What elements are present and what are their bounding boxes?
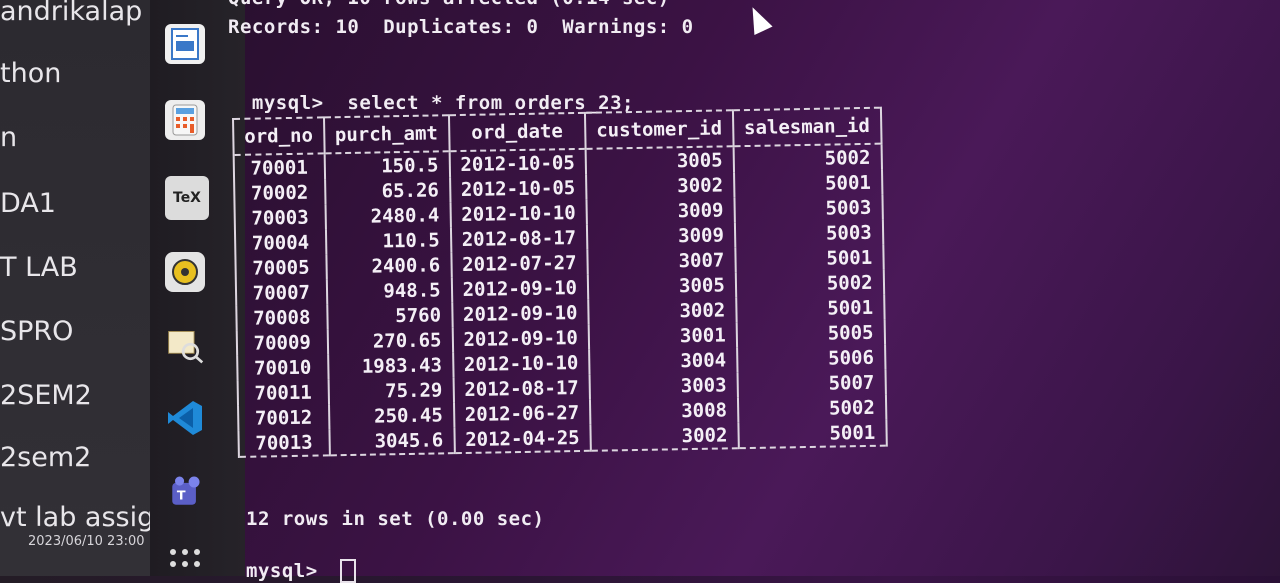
- table-cell-ord-no: 70008: [236, 304, 328, 331]
- calculator-icon[interactable]: [165, 100, 205, 140]
- table-cell-customer-id: 3005: [587, 272, 737, 300]
- table-cell-purch-amt: 2480.4: [325, 202, 451, 230]
- teams-icon[interactable]: T: [165, 472, 205, 512]
- table-cell-ord-date: 2012-10-05: [449, 174, 587, 203]
- column-header: ord_date: [448, 112, 586, 152]
- image-viewer-icon[interactable]: [165, 326, 205, 366]
- desktop-item-label[interactable]: n: [0, 122, 17, 153]
- table-cell-ord-no: 70001: [233, 153, 325, 181]
- column-header: purch_amt: [323, 115, 450, 154]
- table-cell-ord-no: 70007: [235, 279, 327, 306]
- sql-command: select * from orders_23;: [347, 92, 634, 114]
- last-prompt: mysql>: [246, 560, 318, 582]
- table-cell-ord-date: 2012-10-05: [449, 148, 587, 178]
- table-cell-salesman-id: 5003: [734, 219, 883, 248]
- desktop-strip: andrikalap thon n DA1 T LAB SPRO 2SEM2 2…: [0, 0, 180, 576]
- table-cell-ord-date: 2012-08-17: [453, 374, 590, 403]
- table-cell-customer-id: 3008: [589, 397, 739, 425]
- table-cell-ord-no: 70011: [237, 379, 329, 406]
- table-cell-ord-date: 2012-09-10: [451, 299, 589, 328]
- column-header: salesman_id: [732, 107, 882, 147]
- table-cell-customer-id: 3009: [586, 222, 736, 250]
- table-cell-salesman-id: 5001: [736, 294, 885, 323]
- table-cell-purch-amt: 948.5: [326, 277, 452, 305]
- table-cell-purch-amt: 110.5: [325, 227, 451, 255]
- table-cell-purch-amt: 5760: [326, 302, 453, 330]
- table-cell-purch-amt: 1983.43: [327, 352, 454, 380]
- table-cell-customer-id: 3003: [589, 372, 738, 400]
- table-cell-ord-date: 2012-06-27: [453, 399, 591, 428]
- table-cell-ord-no: 70012: [238, 404, 330, 431]
- table-cell-purch-amt: 65.26: [324, 177, 451, 205]
- desktop-item-label[interactable]: 2sem2: [0, 442, 91, 473]
- table-cell-customer-id: 3005: [585, 146, 734, 175]
- desktop-item-label[interactable]: thon: [0, 58, 61, 89]
- table-cell-customer-id: 3001: [588, 322, 737, 350]
- table-cell-ord-date: 2012-07-27: [450, 249, 588, 278]
- table-cell-purch-amt: 2400.6: [326, 252, 452, 280]
- desktop-item-label[interactable]: DA1: [0, 188, 56, 219]
- desktop-item-label[interactable]: T LAB: [0, 252, 78, 283]
- table-cell-ord-no: 70009: [236, 329, 328, 356]
- query-ok-line: Query OK, 10 rows affected (0.14 sec): [228, 0, 670, 9]
- table-cell-salesman-id: 5002: [733, 143, 882, 173]
- table-cell-customer-id: 3004: [589, 347, 738, 375]
- table-cell-ord-date: 2012-09-10: [451, 274, 589, 303]
- table-cell-purch-amt: 3045.6: [329, 427, 455, 456]
- texmaker-icon[interactable]: TeX: [165, 176, 209, 220]
- table-cell-salesman-id: 5001: [738, 419, 887, 449]
- table-cell-ord-no: 70004: [234, 229, 327, 256]
- result-table: ord_no purch_amt ord_date customer_id sa…: [232, 107, 888, 458]
- table-cell-salesman-id: 5001: [735, 244, 884, 273]
- table-cell-ord-date: 2012-10-10: [452, 349, 590, 378]
- table-cell-ord-date: 2012-09-10: [452, 324, 590, 353]
- table-cell-ord-date: 2012-08-17: [450, 224, 588, 253]
- svg-text:T: T: [177, 487, 186, 502]
- table-cell-customer-id: 3002: [588, 297, 737, 325]
- records-line: Records: 10 Duplicates: 0 Warnings: 0: [228, 16, 694, 38]
- document-viewer-icon[interactable]: [165, 24, 205, 64]
- prompt-text: mysql>: [251, 92, 324, 114]
- column-header: ord_no: [233, 117, 325, 155]
- table-cell-customer-id: 3002: [590, 422, 739, 451]
- column-header: customer_id: [584, 110, 734, 149]
- table-cell-salesman-id: 5003: [734, 194, 883, 223]
- table-cell-customer-id: 3002: [586, 172, 735, 200]
- table-cell-ord-no: 70010: [237, 354, 329, 381]
- text-cursor: [340, 559, 356, 583]
- desktop-item-label[interactable]: andrikalap: [0, 0, 142, 27]
- table-cell-purch-amt: 75.29: [328, 377, 454, 405]
- table-cell-purch-amt: 250.45: [328, 402, 455, 430]
- table-cell-customer-id: 3009: [586, 197, 735, 225]
- table-cell-ord-no: 70003: [234, 204, 326, 231]
- table-cell-ord-date: 2012-10-10: [450, 199, 587, 228]
- timestamp: 2023/06/10 23:00: [28, 534, 145, 549]
- result-footer: 12 rows in set (0.00 sec): [246, 508, 545, 530]
- table-cell-salesman-id: 5001: [733, 169, 883, 198]
- table-cell-ord-no: 70013: [238, 429, 330, 457]
- desktop-item-label[interactable]: 2SEM2: [0, 380, 92, 411]
- disk-icon[interactable]: [165, 252, 205, 292]
- desktop-item-label[interactable]: SPRO: [0, 316, 73, 347]
- table-cell-purch-amt: 270.65: [327, 327, 453, 355]
- table-cell-salesman-id: 5005: [736, 319, 885, 348]
- table-cell-ord-no: 70005: [235, 254, 327, 281]
- mysql-prompt: mysql> select * from orders_23;: [228, 70, 634, 114]
- table-cell-salesman-id: 5002: [737, 394, 887, 423]
- table-cell-salesman-id: 5002: [735, 269, 884, 298]
- app-grid-icon[interactable]: [165, 540, 205, 580]
- table-cell-purch-amt: 150.5: [324, 151, 450, 180]
- vscode-icon[interactable]: [165, 398, 205, 438]
- table-cell-salesman-id: 5007: [737, 369, 886, 398]
- table-cell-customer-id: 3007: [587, 247, 736, 275]
- table-cell-ord-no: 70002: [234, 179, 326, 206]
- table-cell-salesman-id: 5006: [736, 344, 886, 373]
- table-cell-ord-date: 2012-04-25: [454, 424, 591, 454]
